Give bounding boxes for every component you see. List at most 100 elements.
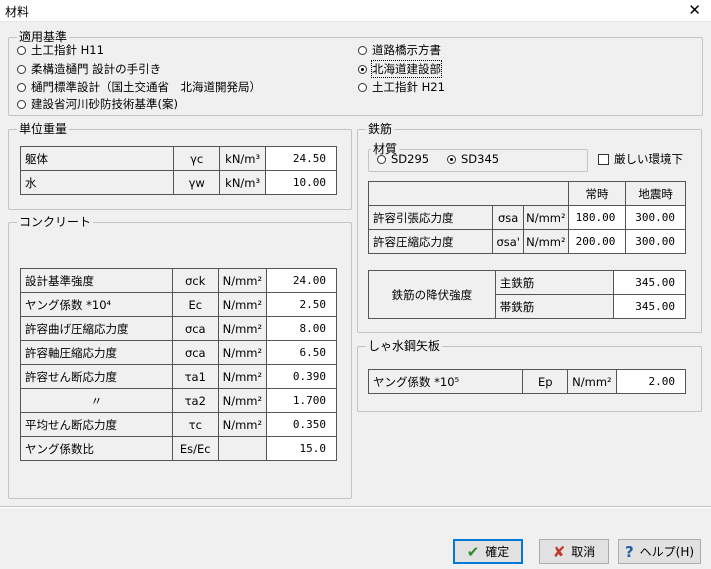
row-symbol: Ep — [522, 369, 569, 394]
value-cell[interactable]: 24.00 — [266, 268, 337, 293]
row-unit: N/mm² — [217, 316, 268, 341]
radio-circle[interactable] — [17, 45, 26, 55]
table-row: 鉄筋の降伏強度 主鉄筋 345.00 — [368, 270, 686, 319]
row-name: 許容軸圧縮応力度 — [20, 340, 173, 365]
row-symbol: σsa' — [492, 229, 525, 254]
row-name: 水 — [19, 170, 175, 195]
row-unit: N/mm² — [217, 364, 268, 389]
standard-option-river-sabo[interactable]: 建設省河川砂防技術基準(案) — [17, 96, 178, 112]
row-symbol: σca — [171, 340, 219, 365]
value-cell[interactable]: 2.50 — [266, 292, 337, 317]
row-name: 平均せん断応力度 — [20, 412, 173, 437]
value-normal[interactable]: 180.00 — [567, 205, 627, 230]
table-row: 許容曲げ圧縮応力度 σca N/mm² 8.00 — [20, 316, 337, 341]
standard-option-label: 建設省河川砂防技術基準(案) — [31, 97, 178, 111]
value-cell[interactable]: 345.00 — [613, 294, 686, 319]
table-row: 許容圧縮応力度 σsa' N/mm² 200.00 300.00 — [367, 229, 686, 254]
table-row: 設計基準強度 σck N/mm² 24.00 — [20, 268, 337, 293]
close-icon[interactable]: ✕ — [688, 1, 701, 19]
row-symbol: Ec — [171, 292, 219, 317]
value-cell[interactable]: 15.0 — [266, 436, 337, 461]
row-name: 許容圧縮応力度 — [367, 229, 494, 254]
standard-option-gate-standard[interactable]: 樋門標準設計（国土交通省 北海道開発局） — [17, 79, 261, 95]
row-name: ヤング係数 *10⁴ — [20, 292, 173, 317]
value-seismic[interactable]: 300.00 — [625, 229, 686, 254]
row-name: 〃 — [20, 388, 173, 413]
row-unit — [217, 436, 268, 461]
rebar-legend: 鉄筋 — [368, 122, 393, 136]
row-name: 躯体 — [19, 146, 175, 171]
value-cell[interactable]: 2.00 — [615, 369, 687, 394]
row-symbol: σsa — [492, 205, 525, 230]
value-cell[interactable]: 0.390 — [266, 364, 337, 389]
concrete-legend: コンクリート — [19, 215, 92, 229]
concrete-table: 設計基準強度 σck N/mm² 24.00 ヤング係数 *10⁴ Ec N/m… — [20, 268, 337, 461]
table-row: 許容軸圧縮応力度 σca N/mm² 6.50 — [20, 340, 337, 365]
standard-option-doko-h11[interactable]: 土工指針 H11 — [17, 42, 104, 58]
material-label: SD295 — [391, 152, 430, 166]
radio-circle[interactable] — [17, 82, 26, 92]
value-seismic[interactable]: 300.00 — [625, 205, 686, 230]
harsh-env-checkbox[interactable]: 厳しい環境下 — [598, 151, 683, 167]
radio-circle-selected[interactable] — [358, 64, 367, 74]
rebar-yield-table: 鉄筋の降伏強度 主鉄筋 345.00 帯鉄筋 345.00 — [368, 270, 686, 319]
harsh-env-label: 厳しい環境下 — [614, 152, 683, 166]
standard-option-hokkaido[interactable]: 北海道建設部 — [358, 60, 442, 78]
standard-option-road-bridge[interactable]: 道路橋示方書 — [358, 42, 441, 58]
row-symbol: σca — [171, 316, 219, 341]
yield-name: 鉄筋の降伏強度 — [368, 270, 496, 319]
row-unit: N/mm² — [567, 369, 617, 394]
radio-circle[interactable] — [17, 99, 26, 109]
yield-row-label: 帯鉄筋 — [494, 294, 615, 319]
radio-circle[interactable] — [17, 64, 26, 74]
row-unit: N/mm² — [217, 268, 268, 293]
value-cell[interactable]: 1.700 — [266, 388, 337, 413]
row-unit: kN/m³ — [219, 170, 267, 195]
title-bar: 材料 ✕ — [0, 0, 711, 22]
help-icon: ? — [624, 542, 634, 561]
value-cell[interactable]: 8.00 — [266, 316, 337, 341]
row-name: 設計基準強度 — [20, 268, 173, 293]
checkbox-box[interactable] — [598, 153, 609, 165]
ok-label: 確定 — [485, 545, 510, 559]
standard-option-label: 北海道建設部 — [371, 60, 442, 78]
value-cell[interactable]: 24.50 — [265, 146, 337, 171]
standard-option-label: 樋門標準設計（国土交通省 北海道開発局） — [31, 80, 261, 94]
row-symbol: γw — [173, 170, 221, 195]
material-sd345[interactable]: SD345 — [447, 151, 499, 167]
radio-circle-selected[interactable] — [447, 154, 456, 164]
standard-option-label: 土工指針 H21 — [372, 80, 445, 94]
unit-weight-legend: 単位重量 — [19, 122, 68, 136]
row-symbol: τa1 — [171, 364, 219, 389]
cancel-label: 取消 — [571, 545, 596, 559]
rebar-stress-table: 常時 地震時 許容引張応力度 σsa N/mm² 180.00 300.00 許… — [367, 181, 686, 254]
radio-circle[interactable] — [377, 154, 386, 164]
value-normal[interactable]: 200.00 — [567, 229, 627, 254]
row-name: 許容せん断応力度 — [20, 364, 173, 389]
material-sd295[interactable]: SD295 — [377, 151, 429, 167]
help-label: ヘルプ(H) — [639, 545, 695, 559]
value-cell[interactable]: 6.50 — [266, 340, 337, 365]
row-unit: N/mm² — [217, 340, 268, 365]
header-normal: 常時 — [567, 181, 627, 206]
table-row: 許容せん断応力度 τa1 N/mm² 0.390 — [20, 364, 337, 389]
row-unit: N/mm² — [523, 205, 569, 230]
row-symbol: γc — [173, 146, 221, 171]
standard-option-label: 柔構造樋門 設計の手引き — [31, 62, 162, 76]
cancel-button[interactable]: ✘ 取消 — [539, 539, 609, 564]
row-name: ヤング係数比 — [20, 436, 173, 461]
value-cell[interactable]: 0.350 — [266, 412, 337, 437]
check-icon: ✔ — [466, 542, 480, 561]
ok-button[interactable]: ✔ 確定 — [453, 539, 523, 564]
radio-circle[interactable] — [358, 45, 367, 55]
standard-option-doko-h21[interactable]: 土工指針 H21 — [358, 79, 445, 95]
row-unit: N/mm² — [217, 292, 268, 317]
value-cell[interactable]: 345.00 — [613, 270, 686, 295]
radio-circle[interactable] — [358, 82, 367, 92]
help-button[interactable]: ? ヘルプ(H) — [618, 539, 701, 564]
standard-option-label: 道路橋示方書 — [372, 43, 441, 57]
value-cell[interactable]: 10.00 — [265, 170, 337, 195]
standard-option-flexible-gate[interactable]: 柔構造樋門 設計の手引き — [17, 61, 161, 77]
row-unit: N/mm² — [217, 388, 268, 413]
yield-row-label: 主鉄筋 — [494, 270, 615, 295]
